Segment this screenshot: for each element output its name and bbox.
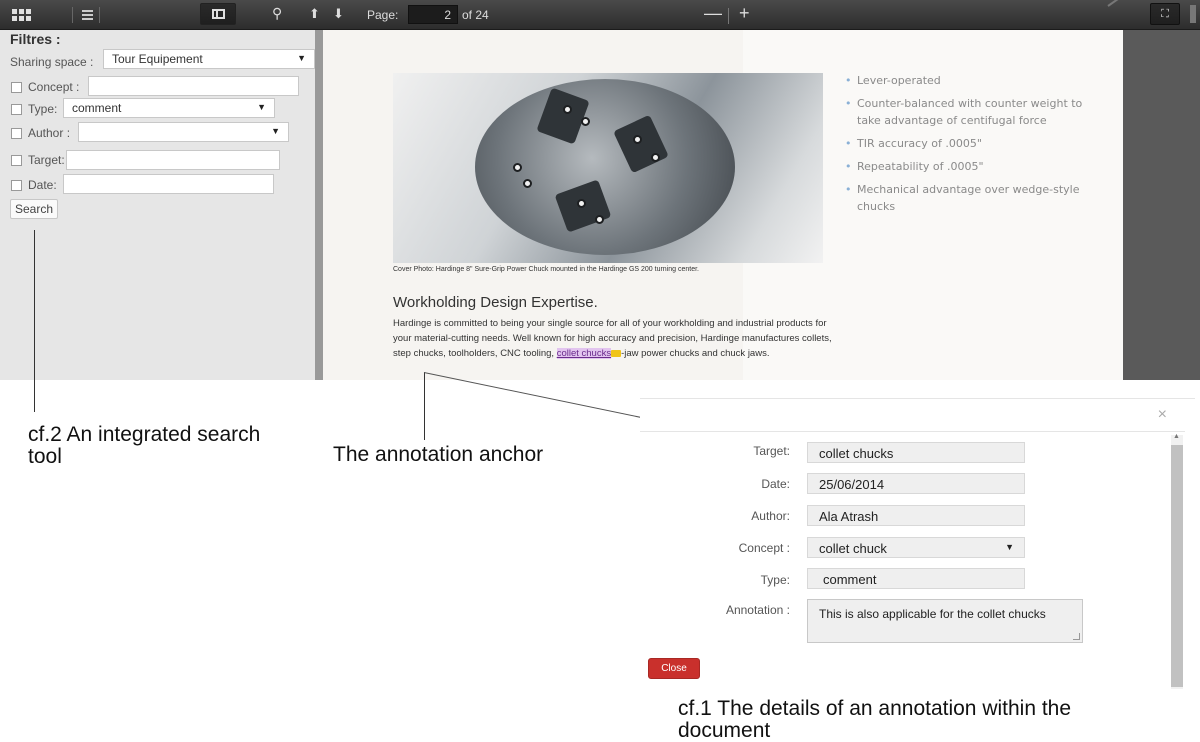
section-heading: Workholding Design Expertise. [393, 294, 598, 311]
dropdown-caret-icon: ▼ [1005, 542, 1014, 552]
concept-value: collet chuck [819, 541, 887, 556]
dropdown-caret-icon: ▼ [297, 53, 306, 63]
sidebar-toggle-icon[interactable] [200, 3, 236, 25]
concept-input[interactable] [88, 76, 299, 96]
document-page: Cover Photo: Hardinge 8" Sure-Grip Power… [323, 30, 1123, 380]
annotation-label: Annotation : [725, 603, 790, 617]
annotation-textarea[interactable]: This is also applicable for the collet c… [807, 599, 1083, 643]
sharing-space-select[interactable]: Tour Equipement ▼ [103, 49, 315, 69]
arrow-down-icon[interactable]: ⬇ [333, 6, 344, 22]
list-item: Lever-operated [843, 72, 1103, 89]
search-icon[interactable]: ⚲ [272, 5, 282, 21]
annotation-anchor-label: The annotation anchor [333, 443, 544, 466]
page-label: Page: [367, 8, 399, 22]
annotation-dialog: × Target: collet chucks Date: 25/06/2014… [640, 398, 1195, 690]
author-checkbox[interactable] [11, 128, 22, 139]
toolbar-edge [1190, 5, 1196, 23]
author-field[interactable]: Ala Atrash [807, 505, 1025, 526]
chuck-bolt [523, 179, 532, 188]
search-tool-pointer-line [34, 230, 35, 412]
annotation-text: This is also applicable for the collet c… [819, 607, 1046, 621]
target-label: Target: [753, 444, 790, 458]
pdf-toolbar: ⚲ ⬆ ⬇ Page: 2 of 24 — + ⛶ [0, 0, 1200, 30]
author-label: Author : [28, 126, 71, 140]
list-item: Repeatability of .0005" [843, 158, 1103, 175]
chuck-bolt [581, 117, 590, 126]
target-field[interactable]: collet chucks [807, 442, 1025, 463]
type-field[interactable]: comment [807, 568, 1025, 589]
feature-bullet-list: Lever-operated Counter-balanced with cou… [843, 72, 1103, 221]
annotation-note-icon[interactable] [611, 349, 622, 357]
dropdown-caret-icon: ▼ [257, 102, 266, 112]
chuck-bolt [633, 135, 642, 144]
scroll-up-arrow-icon[interactable]: ▲ [1173, 433, 1180, 440]
toolbar-divider [1107, 0, 1127, 7]
list-view-icon[interactable] [72, 7, 100, 23]
close-icon[interactable]: × [1158, 406, 1167, 424]
list-item: Mechanical advantage over wedge-style ch… [843, 181, 1103, 215]
zoom-in-button[interactable]: + [739, 3, 750, 24]
list-item: TIR accuracy of .0005" [843, 135, 1103, 152]
dialog-divider [640, 431, 1185, 432]
annotation-details-label: cf.1 The details of an annotation within… [678, 697, 1072, 742]
anchor-pointer-line [424, 372, 425, 440]
chuck-bolt [595, 215, 604, 224]
target-checkbox[interactable] [11, 155, 22, 166]
list-item: Counter-balanced with counter weight to … [843, 95, 1103, 129]
page-total: of 24 [462, 8, 489, 22]
arrow-up-icon[interactable]: ⬆ [309, 6, 320, 22]
type-select[interactable]: comment ▼ [63, 98, 275, 118]
resize-grip-icon[interactable] [1073, 633, 1080, 640]
section-paragraph: Hardinge is committed to being your sing… [393, 316, 833, 361]
search-button[interactable]: Search [10, 199, 59, 219]
author-label: Author: [751, 509, 790, 523]
document-viewer: Cover Photo: Hardinge 8" Sure-Grip Power… [323, 30, 1200, 380]
filters-title: Filtres : [10, 31, 61, 47]
grid-view-icon[interactable] [12, 7, 34, 23]
chuck-bolt [563, 105, 572, 114]
type-label: Type: [760, 573, 790, 587]
type-value: comment [72, 101, 122, 115]
close-button[interactable]: Close [648, 658, 700, 679]
photo-caption: Cover Photo: Hardinge 8" Sure-Grip Power… [393, 266, 699, 273]
date-label: Date: [761, 477, 790, 491]
sidebar-scrollbar[interactable] [315, 30, 323, 380]
cover-photo [393, 73, 823, 263]
filter-sidebar: Filtres : Sharing space : Tour Equipemen… [0, 30, 323, 380]
zoom-separator [728, 8, 729, 24]
concept-checkbox[interactable] [11, 82, 22, 93]
paragraph-text-end: -jaw power chucks and chuck jaws. [621, 348, 770, 359]
annotation-anchor[interactable]: collet chucks [556, 348, 612, 359]
target-label: Target: [28, 153, 65, 167]
dialog-scrollbar-thumb[interactable] [1171, 445, 1183, 687]
chuck-bolt [577, 199, 586, 208]
page-number-input[interactable]: 2 [408, 5, 458, 24]
chuck-bolt [513, 163, 522, 172]
concept-select[interactable]: collet chuck ▼ [807, 537, 1025, 558]
target-input[interactable] [66, 150, 280, 170]
concept-label: Concept : [738, 541, 790, 555]
chuck-bolt [651, 153, 660, 162]
date-label: Date: [28, 178, 57, 192]
sharing-space-value: Tour Equipement [112, 52, 203, 66]
date-checkbox[interactable] [11, 180, 22, 191]
author-select[interactable]: ▼ [78, 122, 289, 142]
type-checkbox[interactable] [11, 104, 22, 115]
zoom-out-button[interactable]: — [704, 3, 722, 24]
type-label: Type: [28, 102, 58, 116]
fullscreen-icon[interactable]: ⛶ [1150, 3, 1180, 25]
dropdown-caret-icon: ▼ [271, 126, 280, 136]
search-tool-label: cf.2 An integrated search tool [28, 423, 261, 468]
sharing-space-label: Sharing space : [10, 55, 94, 69]
date-field[interactable]: 25/06/2014 [807, 473, 1025, 494]
concept-label: Concept : [28, 80, 80, 94]
date-input[interactable] [63, 174, 274, 194]
